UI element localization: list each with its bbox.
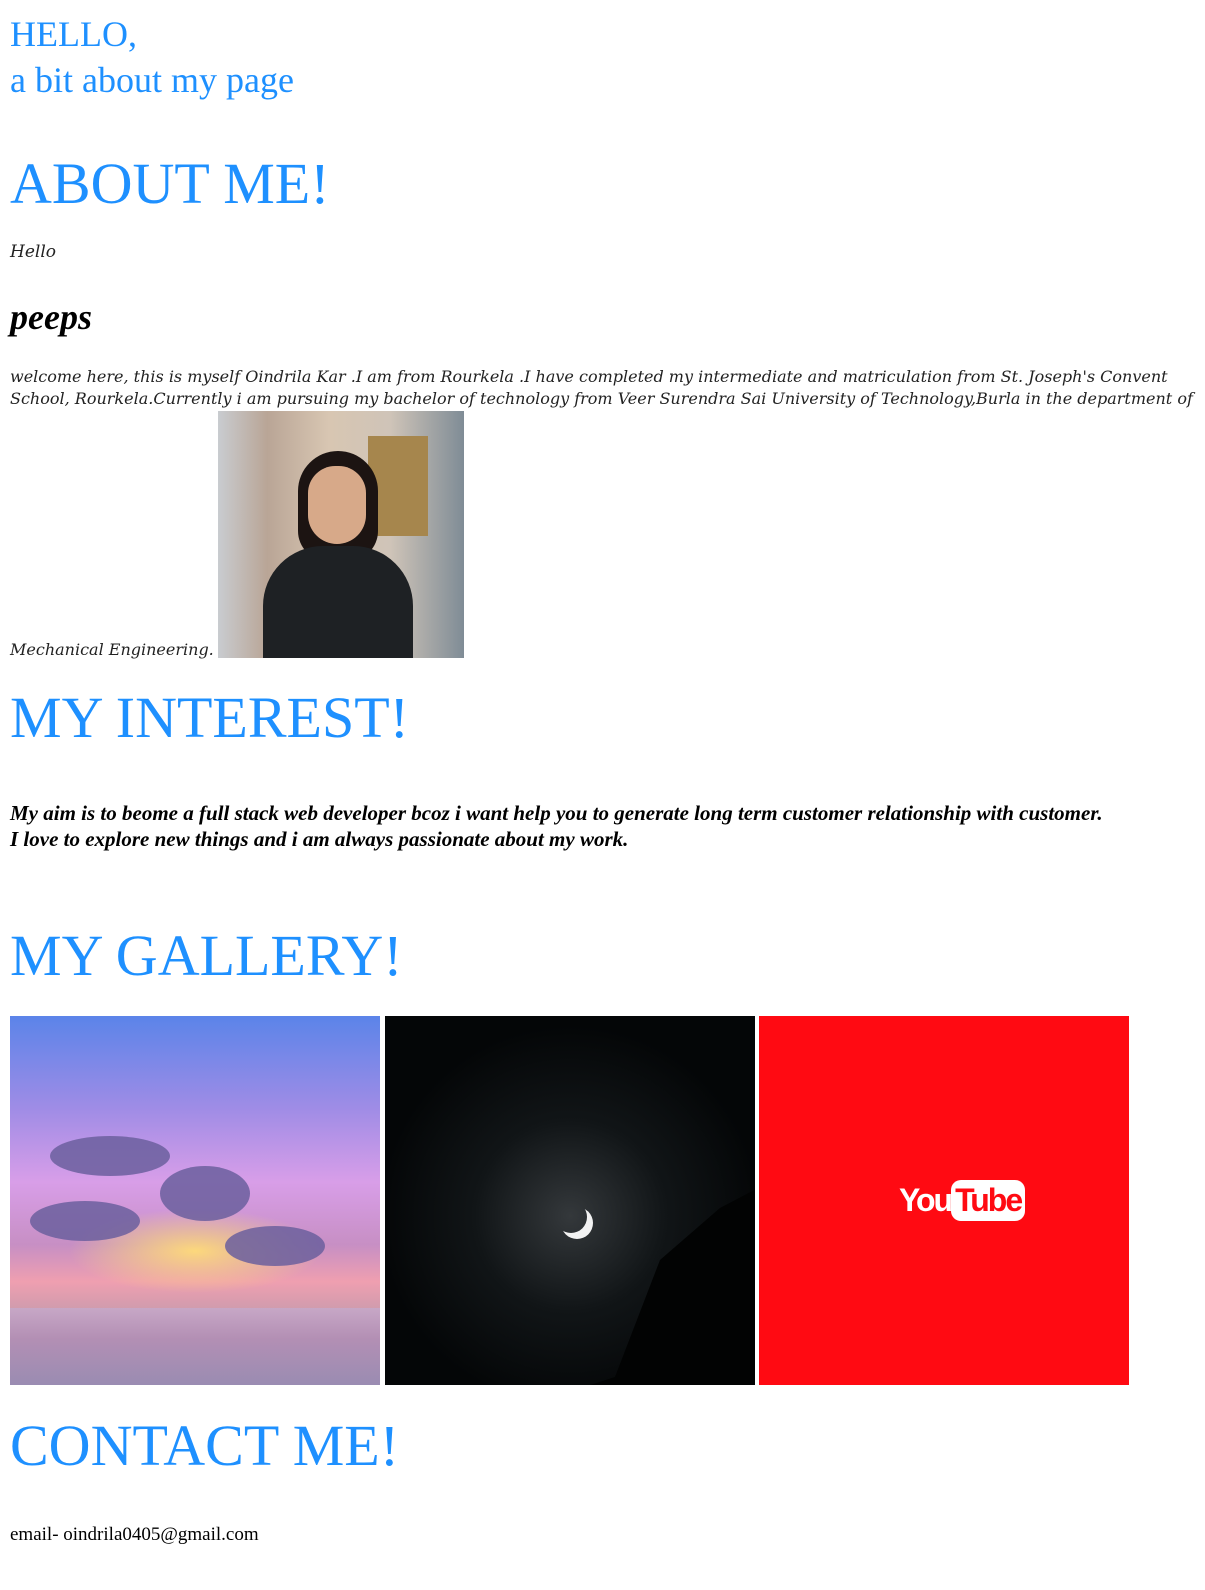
profile-photo <box>218 411 464 658</box>
crescent-moon <box>555 1201 587 1233</box>
gallery-moon-image <box>385 1016 755 1385</box>
sea-surface <box>10 1308 380 1385</box>
about-heading: ABOUT ME! <box>10 151 330 216</box>
photo-face <box>308 466 366 544</box>
email-text: email- oindrila0405@gmail.com <box>10 1524 259 1545</box>
cloud-shape <box>50 1136 170 1176</box>
interest-line-1: My aim is to beome a full stack web deve… <box>10 801 1103 825</box>
interest-line-2: I love to explore new things and i am al… <box>10 827 629 851</box>
gallery-sunset-image <box>10 1016 380 1385</box>
cloud-shape <box>30 1201 140 1241</box>
hello-text: Hello <box>10 242 56 262</box>
gallery-youtube-image: You Tube <box>759 1016 1129 1385</box>
bio-department: Mechanical Engineering. <box>10 640 214 659</box>
bio-paragraph: welcome here, this is myself Oindrila Ka… <box>10 367 1193 408</box>
page-subtitle: a bit about my page <box>10 60 294 100</box>
gallery-heading: MY GALLERY! <box>10 923 403 988</box>
hello-heading: HELLO, <box>10 14 137 54</box>
youtube-logo-you: You <box>899 1181 953 1218</box>
interest-text: My aim is to beome a full stack web deve… <box>10 800 1200 852</box>
cloud-shape <box>160 1166 250 1221</box>
peeps-text: peeps <box>10 297 92 337</box>
forest-silhouette <box>495 1169 755 1385</box>
photo-body <box>263 546 413 658</box>
contact-heading: CONTACT ME! <box>10 1413 400 1478</box>
youtube-logo: You Tube <box>899 1166 1026 1234</box>
youtube-logo-tube: Tube <box>951 1179 1026 1221</box>
interest-heading: MY INTEREST! <box>10 685 409 750</box>
bio-section: welcome here, this is myself Oindrila Ka… <box>10 366 1195 659</box>
cloud-shape <box>225 1226 325 1266</box>
